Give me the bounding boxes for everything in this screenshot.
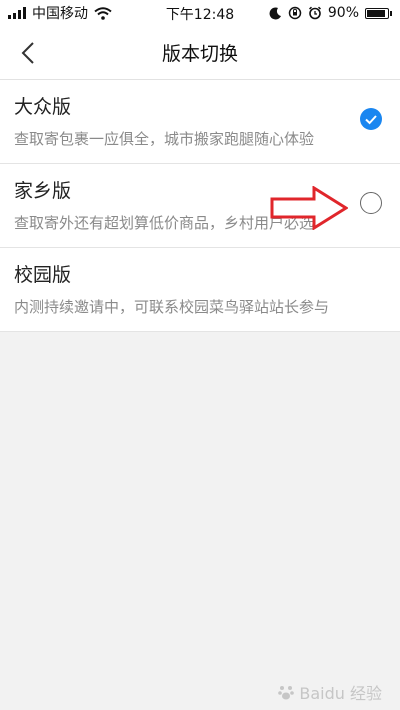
- wifi-icon: [94, 6, 112, 20]
- battery-icon: [365, 7, 392, 19]
- option-popular[interactable]: 大众版 查取寄包裹一应俱全，城市搬家跑腿随心体验: [0, 80, 400, 164]
- annotation-arrow-icon: [270, 186, 348, 230]
- status-bar: 中国移动 下午12:48 90%: [0, 0, 400, 26]
- option-campus[interactable]: 校园版 内测持续邀请中，可联系校园菜鸟驿站站长参与: [0, 248, 400, 332]
- moon-icon: [269, 6, 281, 19]
- option-description: 内测持续邀请中，可联系校园菜鸟驿站站长参与: [14, 298, 330, 316]
- alarm-icon: [308, 6, 321, 20]
- page-title: 版本切换: [161, 43, 238, 65]
- battery-percent: 90%: [327, 5, 359, 21]
- signal-icon: [8, 7, 26, 19]
- radio-unchecked[interactable]: [360, 192, 382, 214]
- carrier-label: 中国移动: [32, 6, 88, 22]
- rotation-lock-icon: [288, 6, 302, 20]
- watermark: Baidu 经验: [277, 680, 382, 704]
- watermark-text: Baidu 经验: [299, 684, 382, 703]
- option-title: 大众版: [14, 96, 72, 118]
- option-description: 查取寄包裹一应俱全，城市搬家跑腿随心体验: [14, 130, 315, 148]
- status-left: 中国移动: [8, 3, 112, 23]
- paw-icon: [278, 686, 295, 700]
- navigation-bar: 版本切换: [0, 26, 400, 80]
- option-title: 校园版: [14, 264, 72, 286]
- back-button[interactable]: [14, 38, 42, 68]
- status-right: 90%: [269, 5, 392, 21]
- check-icon: [365, 115, 377, 125]
- chevron-left-icon: [21, 42, 34, 64]
- radio-checked[interactable]: [360, 108, 382, 130]
